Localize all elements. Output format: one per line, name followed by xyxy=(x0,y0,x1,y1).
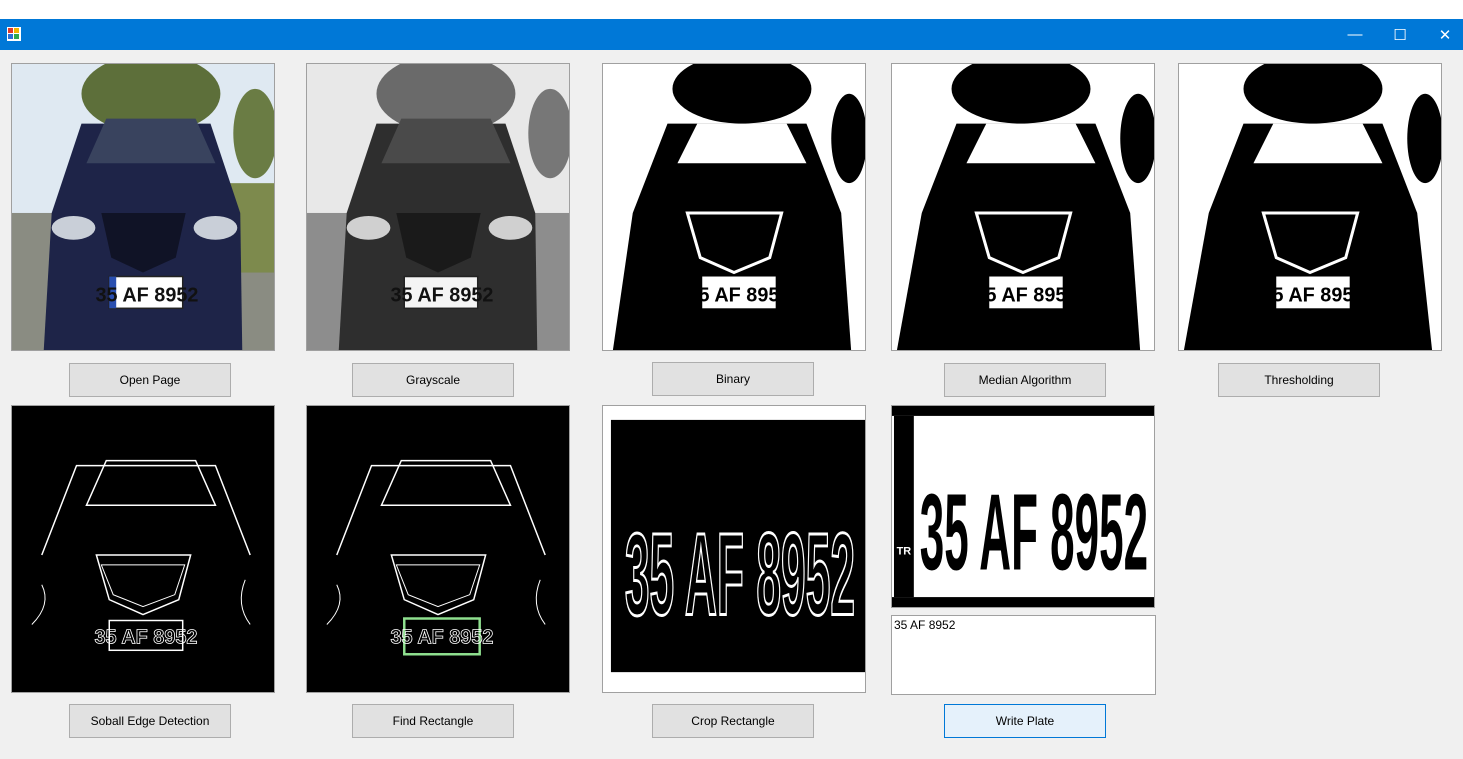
median-algorithm-button[interactable]: Median Algorithm xyxy=(944,363,1106,397)
grayscale-image: 35 AF 8952 xyxy=(306,63,570,351)
plate-text: 35 AF 8952 xyxy=(975,284,1078,306)
binary-image: 35 AF 8952 xyxy=(602,63,866,351)
plate-text: 35 AF 8952 xyxy=(95,626,198,648)
write-plate-image: TR 35 AF 8952 xyxy=(891,405,1155,608)
plate-text: 35 AF 8952 xyxy=(625,509,855,640)
plate-text: 35 AF 8952 xyxy=(391,284,494,306)
form-client-area: 35 AF 8952 35 AF 8952 35 AF 8952 35 AF 8… xyxy=(0,50,1463,759)
plate-country-code: TR xyxy=(897,546,912,558)
app-icon[interactable] xyxy=(7,27,21,41)
median-image: 35 AF 8952 xyxy=(891,63,1155,351)
binary-button[interactable]: Binary xyxy=(652,362,814,396)
minimize-button[interactable]: — xyxy=(1332,19,1378,50)
edge-detection-image: 35 AF 8952 xyxy=(11,405,275,693)
plate-text: 35 AF 8952 xyxy=(96,284,199,306)
find-rectangle-image: 35 AF 8952 xyxy=(306,405,570,693)
plate-text: 35 AF 8952 xyxy=(920,471,1148,593)
plate-text: 35 AF 8952 xyxy=(391,626,494,648)
find-rectangle-button[interactable]: Find Rectangle xyxy=(352,704,514,738)
cropped-plate-image: 35 AF 8952 xyxy=(602,405,866,693)
close-button[interactable]: ✕ xyxy=(1422,19,1463,50)
open-page-button[interactable]: Open Page xyxy=(69,363,231,397)
grayscale-button[interactable]: Grayscale xyxy=(352,363,514,397)
original-image: 35 AF 8952 xyxy=(11,63,275,351)
sobel-edge-detection-button[interactable]: Soball Edge Detection xyxy=(69,704,231,738)
write-plate-button[interactable]: Write Plate xyxy=(944,704,1106,738)
crop-rectangle-button[interactable]: Crop Rectangle xyxy=(652,704,814,738)
maximize-button[interactable]: ☐ xyxy=(1377,19,1423,50)
thresholding-image: 35 AF 8952 xyxy=(1178,63,1442,351)
thresholding-button[interactable]: Thresholding xyxy=(1218,363,1380,397)
plate-text: 35 AF 8952 xyxy=(687,284,790,306)
plate-text: 35 AF 8952 xyxy=(1262,284,1365,306)
plate-output-textbox[interactable]: 35 AF 8952 xyxy=(891,615,1156,695)
title-bar: — ☐ ✕ xyxy=(0,19,1463,50)
